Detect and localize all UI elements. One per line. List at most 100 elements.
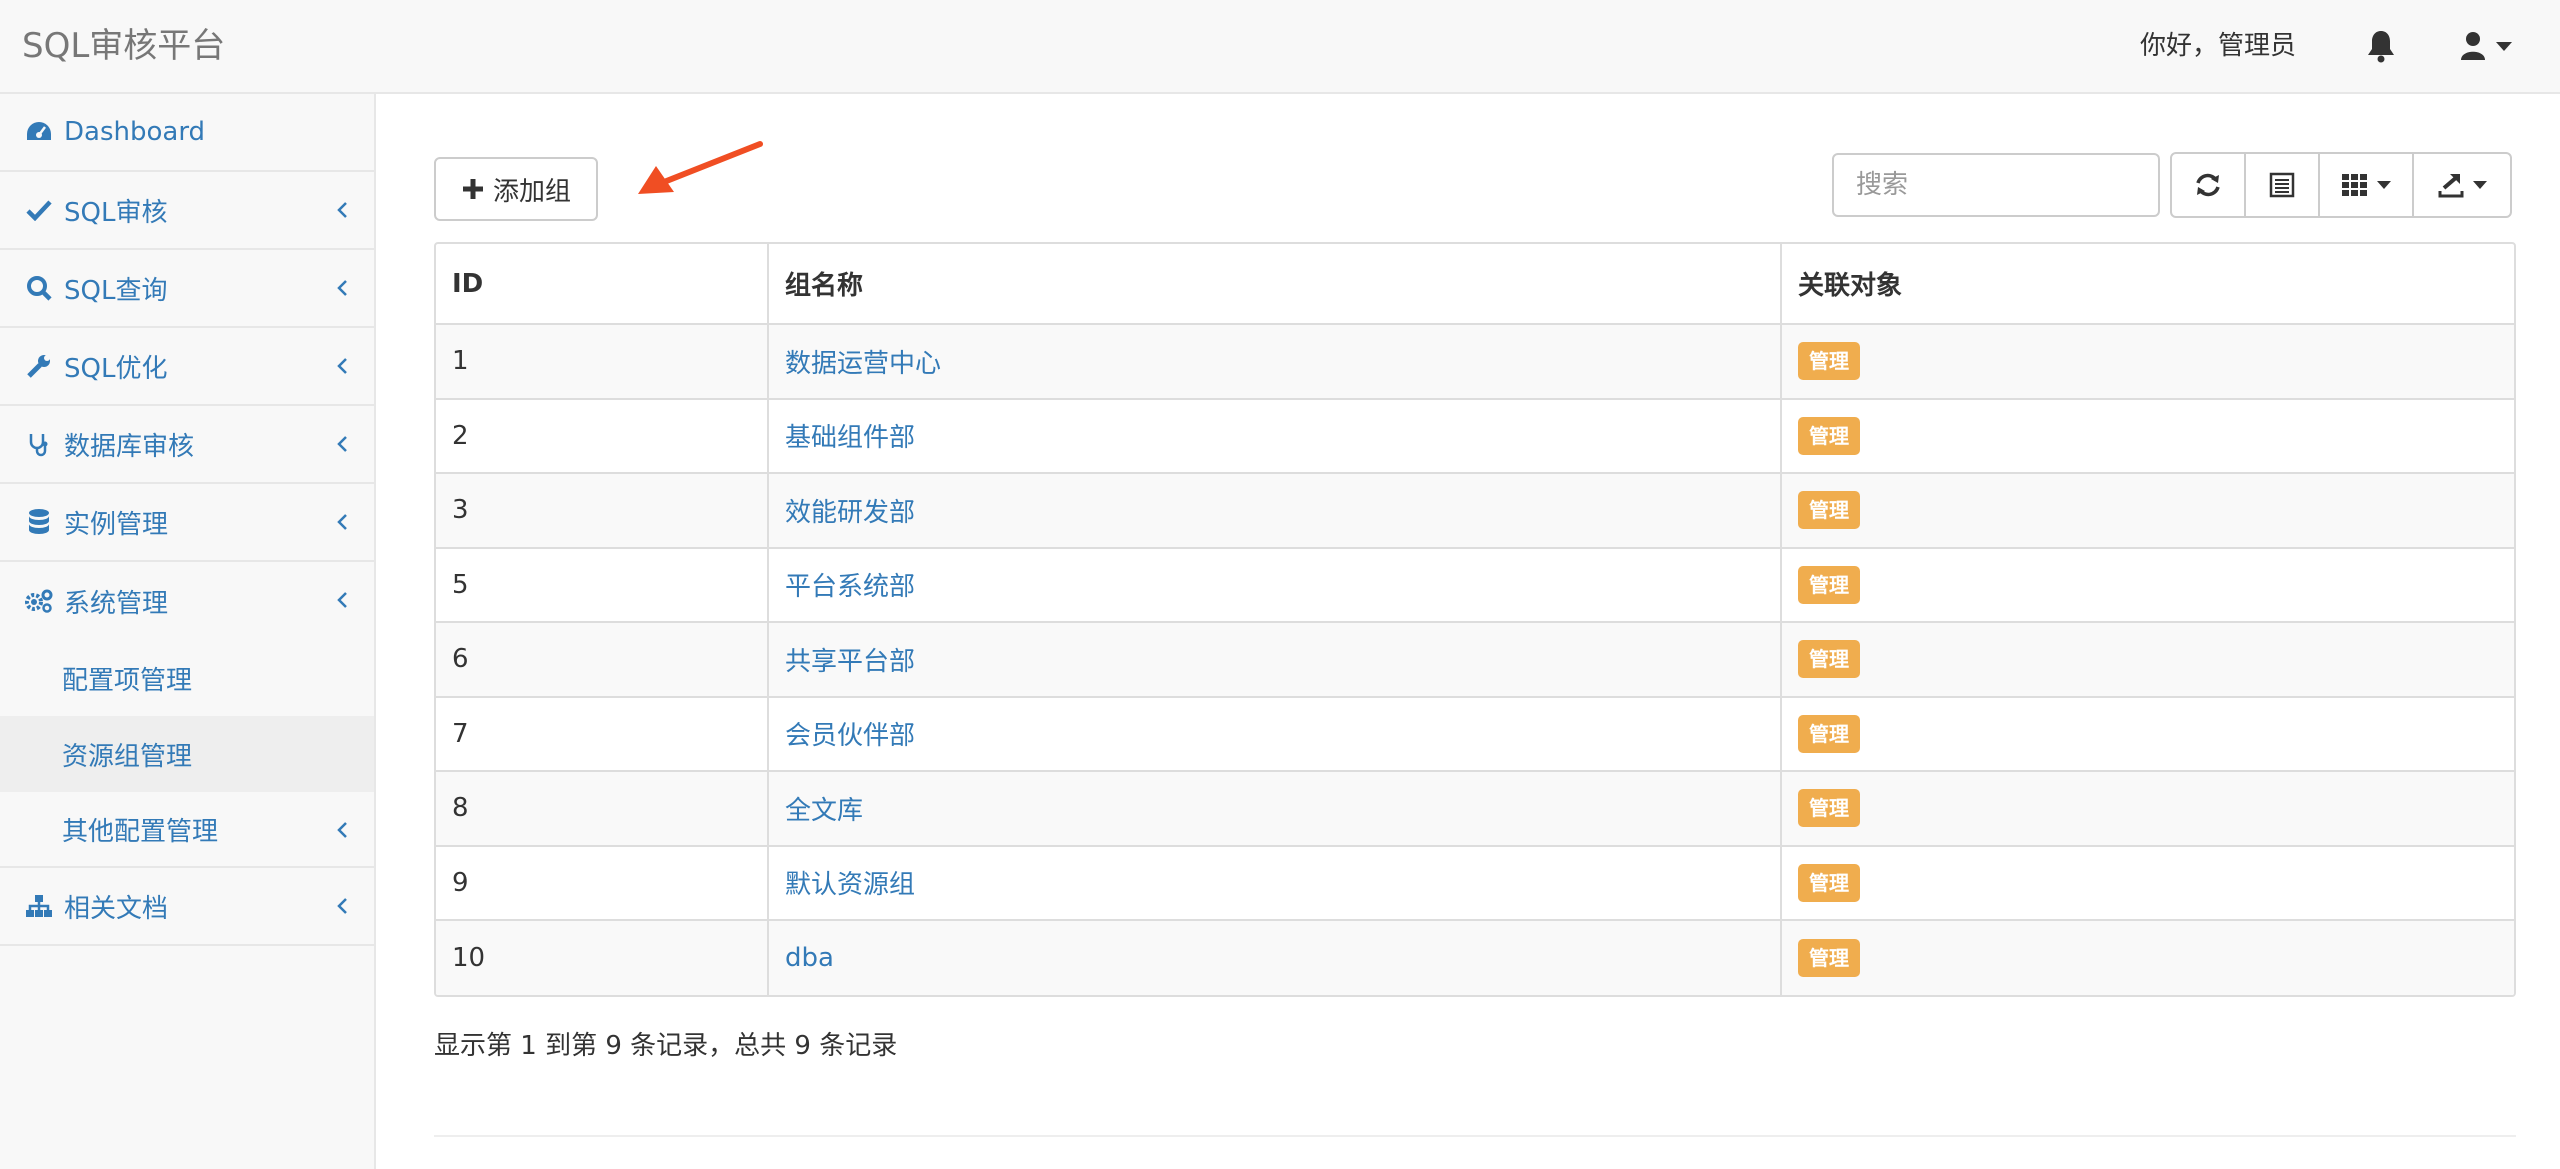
cell-related: 管理 bbox=[1780, 696, 2514, 772]
group-name-link[interactable]: 数据运营中心 bbox=[785, 349, 941, 379]
chevron-left-icon bbox=[337, 436, 347, 452]
column-header-id[interactable]: ID bbox=[436, 244, 768, 325]
table-row: 8 全文库 管理 bbox=[436, 771, 2514, 847]
column-header-name[interactable]: 组名称 bbox=[767, 244, 1781, 325]
user-greeting: 你好，管理员 bbox=[2140, 31, 2297, 61]
columns-icon bbox=[2342, 174, 2367, 196]
sidebar-item-dashboard[interactable]: Dashboard bbox=[0, 94, 374, 172]
sidebar-item-docs[interactable]: 相关文档 bbox=[0, 868, 374, 946]
table-row: 2 基础组件部 管理 bbox=[436, 398, 2514, 474]
cell-id: 3 bbox=[436, 473, 768, 549]
manage-badge[interactable]: 管理 bbox=[1798, 863, 1860, 902]
plus-icon bbox=[462, 179, 483, 199]
dashboard-icon bbox=[24, 117, 54, 147]
sidebar-item-sql-query[interactable]: SQL查询 bbox=[0, 250, 374, 328]
caret-down-icon bbox=[2496, 42, 2512, 51]
brand-title[interactable]: SQL审核平台 bbox=[22, 22, 225, 70]
manage-badge[interactable]: 管理 bbox=[1798, 640, 1860, 679]
refresh-button[interactable] bbox=[2170, 152, 2246, 218]
table-row: 9 默认资源组 管理 bbox=[436, 845, 2514, 921]
group-name-link[interactable]: 全文库 bbox=[785, 796, 863, 826]
group-name-link[interactable]: 基础组件部 bbox=[785, 423, 915, 453]
export-button[interactable] bbox=[2412, 152, 2512, 218]
stethoscope-icon bbox=[24, 429, 54, 459]
search-input[interactable] bbox=[1832, 153, 2160, 217]
columns-button[interactable] bbox=[2318, 152, 2414, 218]
cell-id: 10 bbox=[436, 920, 768, 995]
cell-id: 9 bbox=[436, 845, 768, 921]
sidebar-subitem-config[interactable]: 配置项管理 bbox=[0, 640, 374, 716]
sidebar-item-label: SQL查询 bbox=[64, 275, 168, 306]
resource-group-table: ID 组名称 关联对象 1 数据运营中心 管理 2 基础组件部 管理 3 效能研… bbox=[434, 242, 2516, 997]
table-row: 5 平台系统部 管理 bbox=[436, 547, 2514, 623]
bell-icon[interactable] bbox=[2366, 29, 2396, 63]
user-icon bbox=[2461, 32, 2485, 60]
sidebar-item-label: Dashboard bbox=[64, 117, 206, 147]
sidebar-item-label: SQL优化 bbox=[64, 353, 168, 384]
sidebar-item-label: SQL审核 bbox=[64, 197, 168, 228]
manage-badge[interactable]: 管理 bbox=[1798, 342, 1860, 381]
cell-related: 管理 bbox=[1780, 398, 2514, 474]
group-name-link[interactable]: dba bbox=[785, 943, 834, 973]
cell-related: 管理 bbox=[1780, 622, 2514, 698]
manage-badge[interactable]: 管理 bbox=[1798, 714, 1860, 753]
table-row: 1 数据运营中心 管理 bbox=[436, 324, 2514, 400]
cogs-icon bbox=[24, 586, 54, 616]
cell-id: 5 bbox=[436, 547, 768, 623]
chevron-down-icon bbox=[337, 592, 347, 608]
sidebar-subitem-label: 配置项管理 bbox=[62, 665, 193, 696]
chevron-left-icon bbox=[337, 898, 347, 914]
sidebar-item-instances[interactable]: 实例管理 bbox=[0, 484, 374, 562]
cell-related: 管理 bbox=[1780, 473, 2514, 549]
sidebar: Dashboard SQL审核 SQL查询 SQL优化 数据库审核 实例管理 系… bbox=[0, 94, 376, 1169]
sidebar-subitem-resource-group[interactable]: 资源组管理 bbox=[0, 716, 374, 792]
group-name-link[interactable]: 效能研发部 bbox=[785, 498, 915, 528]
group-name-link[interactable]: 平台系统部 bbox=[785, 572, 915, 602]
sidebar-item-label: 相关文档 bbox=[64, 893, 169, 924]
table-toolbar bbox=[2170, 152, 2512, 218]
manage-badge[interactable]: 管理 bbox=[1798, 491, 1860, 530]
chevron-left-icon bbox=[337, 514, 347, 530]
table-row: 6 共享平台部 管理 bbox=[436, 622, 2514, 698]
sidebar-item-label: 数据库审核 bbox=[64, 431, 195, 462]
manage-badge[interactable]: 管理 bbox=[1798, 565, 1860, 604]
manage-badge[interactable]: 管理 bbox=[1798, 789, 1860, 828]
sidebar-item-sql-review[interactable]: SQL审核 bbox=[0, 172, 374, 250]
annotation-arrow bbox=[638, 141, 763, 194]
cell-related: 管理 bbox=[1780, 771, 2514, 847]
table-row: 10 dba 管理 bbox=[436, 920, 2514, 995]
group-name-link[interactable]: 共享平台部 bbox=[785, 647, 915, 677]
cell-related: 管理 bbox=[1780, 547, 2514, 623]
database-icon bbox=[24, 507, 54, 537]
cell-name: 基础组件部 bbox=[767, 398, 1781, 474]
user-menu-toggle[interactable] bbox=[2460, 28, 2520, 64]
cell-id: 2 bbox=[436, 398, 768, 474]
table-header-row: ID 组名称 关联对象 bbox=[436, 244, 2514, 325]
column-header-related[interactable]: 关联对象 bbox=[1780, 244, 2514, 325]
manage-badge[interactable]: 管理 bbox=[1798, 416, 1860, 455]
cell-id: 6 bbox=[436, 622, 768, 698]
cell-name: 默认资源组 bbox=[767, 845, 1781, 921]
export-icon bbox=[2438, 174, 2464, 198]
sidebar-item-sql-optimize[interactable]: SQL优化 bbox=[0, 328, 374, 406]
add-group-button[interactable]: 添加组 bbox=[434, 157, 598, 221]
cell-id: 8 bbox=[436, 771, 768, 847]
manage-badge[interactable]: 管理 bbox=[1798, 938, 1860, 977]
table-row: 3 效能研发部 管理 bbox=[436, 473, 2514, 549]
sidebar-item-system[interactable]: 系统管理 bbox=[0, 562, 374, 640]
top-navbar: SQL审核平台 你好，管理员 bbox=[0, 0, 2560, 94]
group-name-link[interactable]: 会员伙伴部 bbox=[785, 721, 915, 751]
cell-name: 数据运营中心 bbox=[767, 324, 1781, 400]
sidebar-item-db-review[interactable]: 数据库审核 bbox=[0, 406, 374, 484]
sidebar-subitem-other-config[interactable]: 其他配置管理 bbox=[0, 792, 374, 868]
sidebar-subitem-label: 资源组管理 bbox=[62, 741, 193, 772]
cell-id: 7 bbox=[436, 696, 768, 772]
chevron-left-icon bbox=[337, 358, 347, 374]
toggle-view-button[interactable] bbox=[2244, 152, 2320, 218]
caret-down-icon bbox=[2473, 181, 2487, 189]
divider bbox=[434, 1135, 2516, 1137]
sitemap-icon bbox=[24, 891, 54, 921]
cell-name: dba bbox=[767, 920, 1781, 995]
cell-name: 会员伙伴部 bbox=[767, 696, 1781, 772]
group-name-link[interactable]: 默认资源组 bbox=[785, 870, 915, 900]
